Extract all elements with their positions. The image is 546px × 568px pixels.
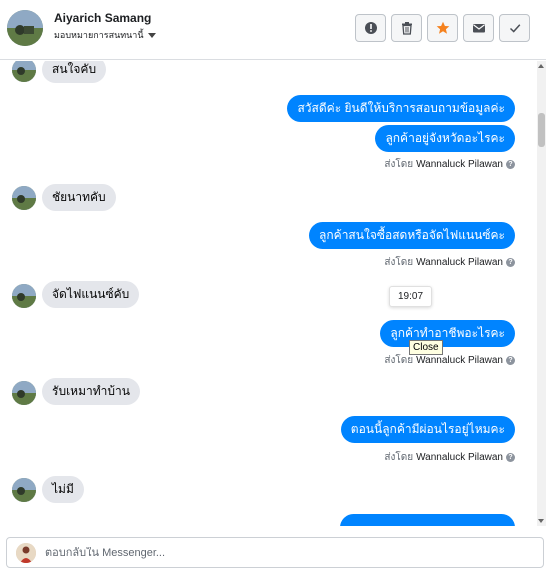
check-icon (509, 24, 520, 33)
mark-done-button[interactable] (499, 14, 530, 42)
alert-icon (364, 22, 377, 34)
sent-by-label: ส่งโดย Wannaluck Pilawan ? (384, 450, 515, 465)
sent-by-prefix: ส่งโดย (384, 159, 414, 170)
page-avatar (16, 542, 36, 563)
customer-avatar-small (12, 381, 36, 405)
incoming-message[interactable]: จัดไฟแนนซ์คับ (42, 281, 140, 308)
outgoing-message[interactable]: ลูกค้าสนใจซื้อสดหรือจัดไฟแนนซ์คะ (309, 222, 515, 249)
customer-avatar-small (12, 478, 36, 502)
delete-button[interactable] (391, 14, 422, 42)
assign-label: มอบหมายการสนทนานี้ (54, 30, 144, 40)
customer-avatar-small (12, 61, 36, 82)
sent-by-prefix: ส่งโดย (384, 257, 414, 268)
message-scrollbar[interactable] (537, 61, 546, 526)
mark-unread-button[interactable] (463, 14, 494, 42)
customer-avatar-small (12, 284, 36, 308)
sent-by-label: ส่งโดย Wannaluck Pilawan ? (384, 255, 515, 270)
incoming-message[interactable]: สนใจคับ (42, 61, 107, 83)
outgoing-message[interactable]: ตอนนี้ลูกค้ามีผ่อนไรอยู่ไหมคะ (340, 416, 515, 443)
caret-down-icon (147, 32, 156, 38)
star-button[interactable] (427, 14, 458, 42)
conversation-header: Aiyarich Samang มอบหมายการสนทนานี้ (0, 0, 546, 60)
sent-by-prefix: ส่งโดย (384, 452, 414, 463)
customer-name[interactable]: Aiyarich Samang (54, 11, 151, 25)
customer-avatar[interactable] (7, 10, 43, 46)
help-icon[interactable]: ? (506, 453, 515, 462)
trash-icon (401, 22, 412, 35)
outgoing-message[interactable]: สวัสดีค่ะ ยินดีให้บริการสอบถามข้อมูลค่ะ (287, 95, 515, 122)
scroll-down-arrow-icon[interactable] (538, 519, 544, 523)
mail-icon (472, 24, 485, 33)
message-thread[interactable]: สนใจคับ สวัสดีค่ะ ยินดีให้บริการสอบถามข้… (0, 61, 536, 526)
agent-name: Wannaluck Pilawan (416, 257, 503, 268)
help-icon[interactable]: ? (506, 356, 515, 365)
sent-by-label: ส่งโดย Wannaluck Pilawan ? (384, 353, 515, 368)
assign-conversation-dropdown[interactable]: มอบหมายการสนทนานี้ (54, 28, 156, 42)
close-tooltip: Close (409, 340, 443, 355)
mark-spam-button[interactable] (355, 14, 386, 42)
agent-name: Wannaluck Pilawan (416, 452, 503, 463)
outgoing-message-partial[interactable] (340, 514, 515, 526)
sent-by-label: ส่งโดย Wannaluck Pilawan ? (384, 157, 515, 172)
incoming-message[interactable]: ชัยนาทคับ (42, 184, 116, 211)
help-icon[interactable]: ? (506, 160, 515, 169)
customer-avatar-small (12, 186, 36, 210)
help-icon[interactable]: ? (506, 258, 515, 267)
agent-name: Wannaluck Pilawan (416, 355, 503, 366)
reply-input[interactable] (45, 546, 525, 559)
outgoing-message[interactable]: ลูกค้าอยู่จังหวัดอะไรคะ (375, 125, 515, 152)
sent-by-prefix: ส่งโดย (384, 355, 414, 366)
scroll-thumb[interactable] (538, 113, 545, 147)
agent-name: Wannaluck Pilawan (416, 159, 503, 170)
outgoing-message[interactable]: ลูกค้าทำอาชีพอะไรคะ (380, 320, 515, 347)
timestamp-tooltip: 19:07 (389, 286, 433, 307)
reply-composer[interactable] (6, 537, 544, 568)
incoming-message[interactable]: รับเหมาทำบ้าน (42, 378, 140, 405)
scroll-up-arrow-icon[interactable] (538, 64, 544, 68)
star-icon (436, 21, 449, 34)
incoming-message[interactable]: ไม่มี (42, 476, 84, 503)
